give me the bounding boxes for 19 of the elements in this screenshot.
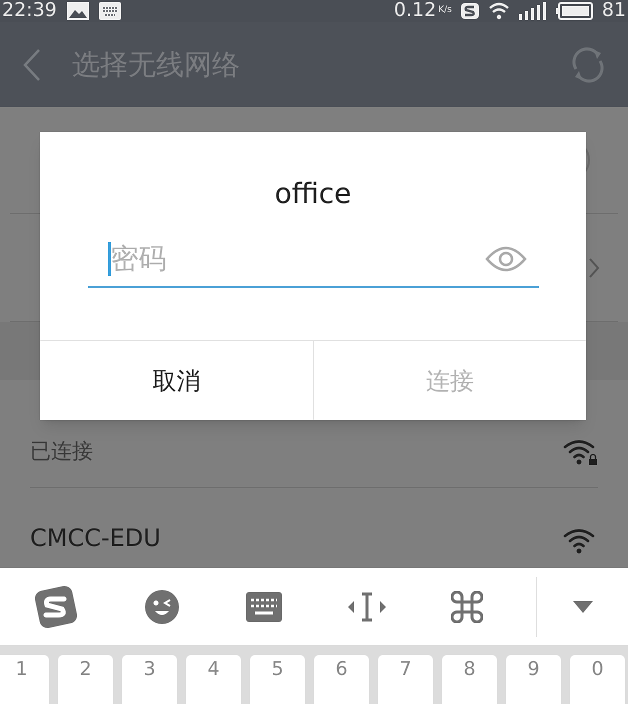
keyboard-key[interactable]: 1 [0,655,49,704]
keyboard-key[interactable]: 9 [506,655,561,704]
keyboard-key[interactable]: 0 [570,655,625,704]
keyboard-key[interactable]: 7 [378,655,433,704]
keyboard-key[interactable]: 8 [442,655,497,704]
network-name[interactable]: CMCC-EDU [30,520,161,556]
network-speed: 0.12 [394,1,436,20]
keyboard-key[interactable]: 3 [122,655,177,704]
clock: 22:39 [2,1,57,20]
battery-level: 81 [602,1,626,20]
password-field[interactable]: 密码 [88,230,538,288]
network-status: 已连接 [30,438,93,465]
keyboard-key[interactable]: 6 [314,655,369,704]
dialog-title: office [274,180,352,208]
keyboard-key[interactable]: 4 [186,655,241,704]
keyboard-key[interactable]: 5 [250,655,305,704]
dialog-button[interactable]: 取消 [40,341,312,420]
speed-unit: K/s [438,6,452,16]
keyboard-key[interactable]: 2 [58,655,113,704]
